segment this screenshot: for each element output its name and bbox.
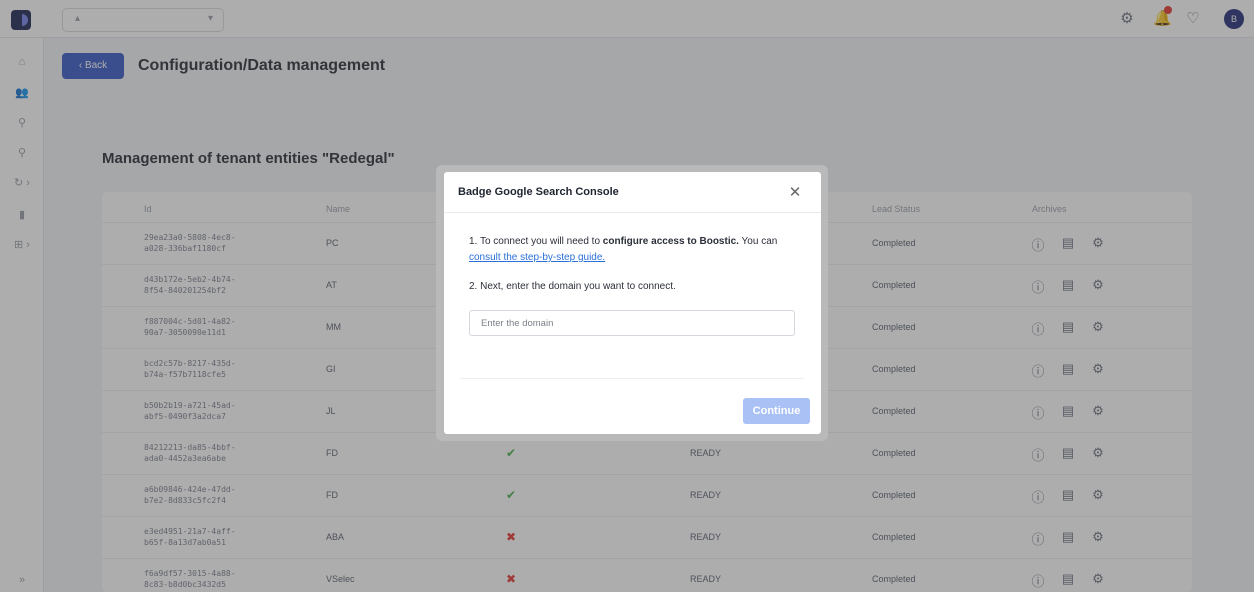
step-1-prefix: 1. To connect you will need to (469, 236, 603, 247)
step-1-bold: configure access to Boostic. (602, 236, 739, 247)
continue-button[interactable]: Continue (743, 398, 810, 424)
step-by-step-guide-link[interactable]: consult the step-by-step guide. (469, 252, 605, 263)
divider (460, 378, 804, 379)
modal-title: Badge Google Search Console (458, 186, 619, 198)
domain-input[interactable] (469, 310, 795, 336)
step-2-text: 2. Next, enter the domain you want to co… (469, 281, 676, 292)
step-1-suffix: You can (738, 236, 778, 247)
badge-gsc-dialog: Badge Google Search Console ✕ 1. To conn… (444, 172, 821, 434)
divider (444, 212, 821, 213)
close-icon[interactable]: ✕ (788, 183, 802, 201)
step-1-text: 1. To connect you will need to configure… (469, 234, 799, 266)
